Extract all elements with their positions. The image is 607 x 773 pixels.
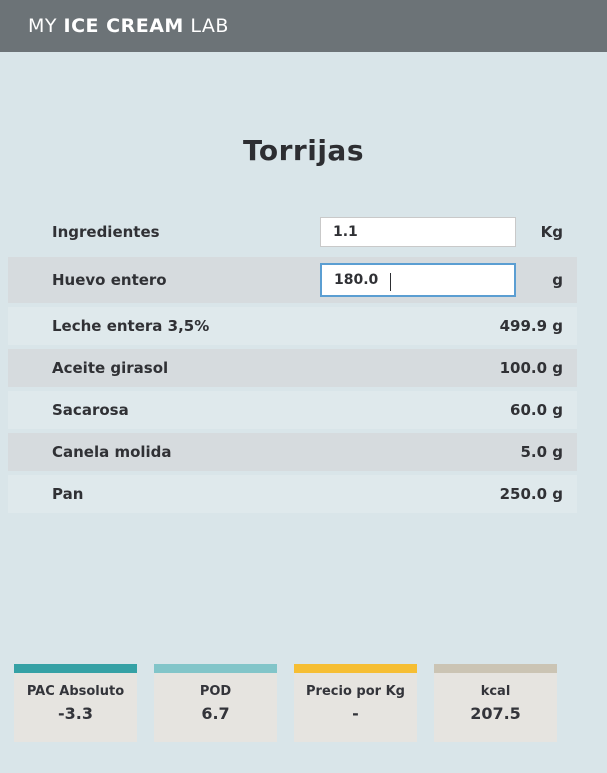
ingredient-name: Leche entera 3,5% (52, 317, 209, 335)
ingredient-row: Canela molida 5.0 g (8, 433, 577, 471)
text-cursor (390, 273, 391, 291)
app-page: { "header": { "brand": { "prefix": "MY "… (0, 0, 607, 773)
stat-label: kcal (434, 684, 557, 699)
stat-card-pod: POD 6.7 (154, 664, 277, 742)
edited-ingredient-input[interactable] (320, 263, 516, 297)
edited-ingredient-label: Huevo entero (52, 271, 320, 289)
stats-row: PAC Absoluto -3.3 POD 6.7 Precio por Kg … (14, 664, 557, 742)
stat-label: PAC Absoluto (14, 684, 137, 699)
ingredient-name: Pan (52, 485, 83, 503)
ingredient-row: Leche entera 3,5% 499.9 g (8, 307, 577, 345)
ingredient-amount: 60.0 g (510, 401, 563, 419)
ingredient-amount: 100.0 g (500, 359, 563, 377)
stat-card-kcal: kcal 207.5 (434, 664, 557, 742)
ingredient-name: Canela molida (52, 443, 172, 461)
ingredient-row: Pan 250.0 g (8, 475, 577, 513)
stat-accent-bar (154, 664, 277, 673)
edited-ingredient-unit: g (516, 271, 563, 289)
stat-card-pac: PAC Absoluto -3.3 (14, 664, 137, 742)
stat-value: 6.7 (154, 704, 277, 723)
total-amount-unit: Kg (516, 223, 563, 241)
stat-accent-bar (14, 664, 137, 673)
page-title: Torrijas (0, 134, 607, 167)
ingredient-name: Sacarosa (52, 401, 129, 419)
brand-logo[interactable]: MY ICE CREAM LAB (28, 15, 229, 37)
brand-bold: ICE CREAM (64, 15, 184, 37)
stat-label: Precio por Kg (294, 684, 417, 699)
stat-value: -3.3 (14, 704, 137, 723)
brand-prefix: MY (28, 15, 64, 37)
ingredient-amount: 499.9 g (500, 317, 563, 335)
stat-value: 207.5 (434, 704, 557, 723)
edited-ingredient-row: Huevo entero g (8, 257, 577, 303)
total-amount-input[interactable] (320, 217, 516, 247)
ingredient-row: Aceite girasol 100.0 g (8, 349, 577, 387)
stat-value: - (294, 704, 417, 723)
stat-label: POD (154, 684, 277, 699)
ingredient-amount: 250.0 g (500, 485, 563, 503)
brand-suffix: LAB (184, 15, 229, 37)
ingredient-amount: 5.0 g (520, 443, 563, 461)
ingredient-row: Sacarosa 60.0 g (8, 391, 577, 429)
stat-accent-bar (434, 664, 557, 673)
stat-card-precio: Precio por Kg - (294, 664, 417, 742)
ingredient-name: Aceite girasol (52, 359, 168, 377)
app-header: MY ICE CREAM LAB (0, 0, 607, 52)
total-amount-label: Ingredientes (52, 223, 320, 241)
ingredients-list: Ingredientes Kg Huevo entero g Leche ent… (8, 211, 577, 513)
total-amount-row: Ingredientes Kg (8, 211, 577, 253)
stat-accent-bar (294, 664, 417, 673)
